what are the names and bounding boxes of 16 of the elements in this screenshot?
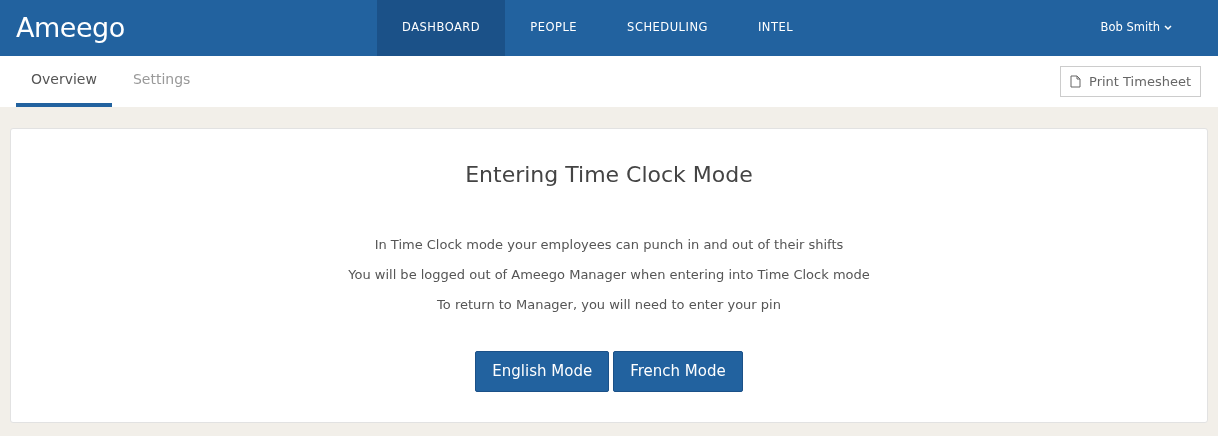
info-text: In Time Clock mode your employees can punch in and out of their shifts <box>374 236 844 254</box>
info-text: You will be logged out of Ameego Manager when entering into Time Clock mode <box>348 266 870 284</box>
user-menu[interactable]: Bob Smith <box>1100 19 1172 37</box>
brand-logo[interactable]: Ameego <box>16 7 377 49</box>
chevron-icon <box>1164 25 1172 31</box>
nav-tab[interactable]: SCHEDULING <box>602 0 733 56</box>
nav-tab[interactable]: PEOPLE <box>505 0 603 56</box>
mode-button[interactable]: English Mode <box>475 351 610 392</box>
info-text: To return to Manager, you will need to enter your pin <box>437 296 781 314</box>
print-timesheet-button[interactable]: Print Timesheet <box>1060 66 1201 97</box>
mode-button[interactable]: French Mode <box>613 351 743 392</box>
nav-tab[interactable]: DASHBOARD <box>377 0 506 56</box>
nav-tab[interactable]: INTEL <box>732 0 819 56</box>
page-tab[interactable]: Overview <box>16 56 112 107</box>
document-icon <box>1070 75 1082 88</box>
card-title: Entering Time Clock Mode <box>465 161 753 189</box>
